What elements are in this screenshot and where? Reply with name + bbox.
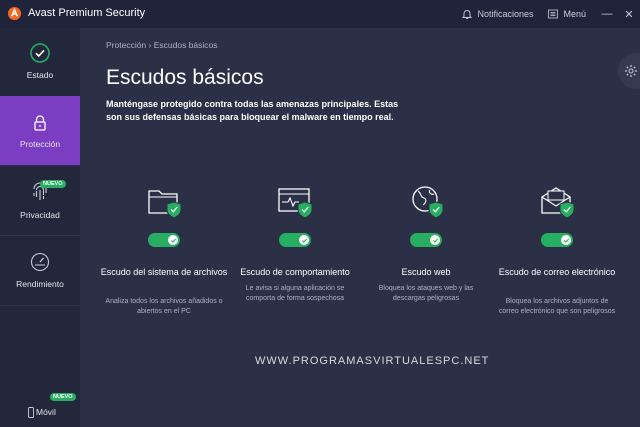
page-description: Manténgase protegido contra todas las am… [106,99,399,122]
title-bar: Avast Premium Security Notificaciones Me… [0,0,640,28]
menu-button[interactable]: Menú [547,8,586,20]
watermark-text: WWW.PROGRAMASVIRTUALESPC.NET [255,355,490,367]
check-icon [170,238,176,243]
hamburger-menu-icon [548,9,559,19]
bell-icon [462,10,473,19]
minimize-icon: — [601,8,613,20]
activity-window-icon [278,188,313,219]
new-badge: NUEVO [50,393,76,401]
sidebar-item-movil[interactable]: NUEVO Móvil [0,388,80,424]
shield-title: Escudo web [401,267,451,277]
menu-label: Menú [563,9,586,19]
email-shield-toggle[interactable] [541,233,573,247]
page-title: Escudos básicos [106,66,264,89]
phone-icon [28,407,34,418]
check-icon [563,238,569,243]
breadcrumb[interactable]: Protección › Escudos básicos [106,40,218,50]
toggle-knob [430,235,440,245]
web-shield-toggle[interactable] [410,233,442,247]
sidebar-item-label: Protección [19,139,61,149]
check-circle-icon [30,43,50,63]
avast-logo-icon [7,6,22,21]
notifications-button[interactable]: Notificaciones [461,8,533,20]
shield-title: Escudo del sistema de archivos [100,267,228,277]
minimize-button[interactable]: — [596,0,618,28]
close-icon: ✕ [624,8,634,21]
sidebar-item-label: Móvil [36,407,56,417]
folder-shield-icon [148,190,182,219]
sidebar-item-rendimiento[interactable]: Rendimiento [0,236,80,306]
speedometer-icon [30,252,50,272]
new-badge: NUEVO [40,180,66,188]
sidebar-item-label: Estado [26,70,54,80]
shield-title: Escudo de comportamiento [240,267,350,277]
check-icon [432,238,438,243]
sidebar-item-privacidad[interactable]: NUEVO Privacidad [0,166,80,236]
behavior-shield-toggle[interactable] [279,233,311,247]
sidebar-item-proteccion[interactable]: Protección [0,96,80,166]
shield-description: Bloquea los archivos adjuntos de correo … [498,298,616,315]
check-icon [301,238,307,243]
gear-icon [625,65,637,77]
shield-description: Bloquea los ataques web y las descargas … [378,285,474,302]
toggle-knob [561,235,571,245]
toggle-knob [168,235,178,245]
notifications-label: Notificaciones [477,9,534,19]
toggle-knob [299,235,309,245]
lock-icon [34,115,46,131]
main-content: Protección › Escudos básicos Escudos bás… [80,28,640,427]
app-title: Avast Premium Security [28,7,146,19]
globe-icon [412,186,444,219]
sidebar-item-label: Rendimiento [16,279,64,289]
close-button[interactable]: ✕ [618,0,640,28]
sidebar-item-estado[interactable]: Estado [0,28,80,98]
sidebar-item-label: Privacidad [20,210,60,220]
settings-button[interactable] [618,53,640,89]
sidebar: Estado Protección NUEVO Privacidad Rendi… [0,28,80,427]
envelope-icon [541,187,575,219]
file-system-shield-toggle[interactable] [148,233,180,247]
shield-description: Le avisa si alguna aplicación se comport… [245,285,345,302]
shield-title: Escudo de correo electrónico [498,267,616,277]
shield-description: Analiza todos los archivos añadidos o ab… [105,298,223,315]
